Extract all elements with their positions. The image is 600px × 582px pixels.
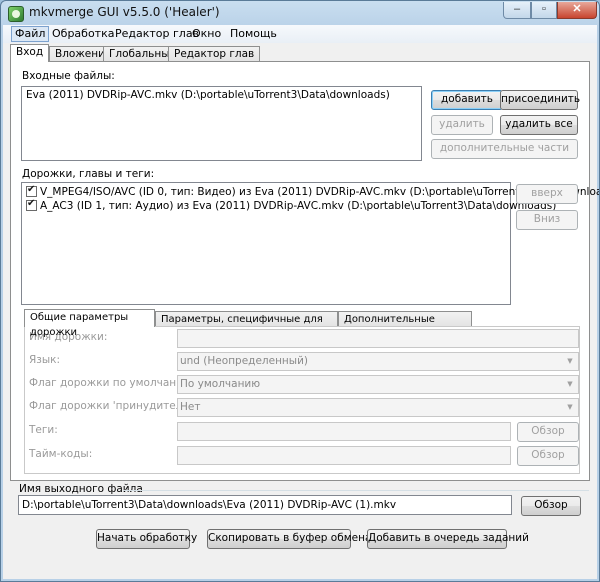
timecodes-label: Тайм-коды: <box>29 448 93 460</box>
output-file-input[interactable]: D:\portable\uTorrent3\Data\downloads\Eva… <box>18 495 512 515</box>
app-icon <box>8 6 24 22</box>
output-group-line <box>123 490 589 491</box>
forced-flag-select[interactable]: Нет ▼ <box>177 398 579 417</box>
client-area: Вход Вложения Глобальные Редактор глав В… <box>3 43 599 579</box>
output-file-label: Имя выходного файла <box>19 483 143 495</box>
tab-format-specific-options[interactable]: Параметры, специфичные для формата <box>155 311 338 340</box>
language-value: und (Неопределенный) <box>180 355 309 367</box>
default-flag-select[interactable]: По умолчанию ▼ <box>177 375 579 394</box>
menu-processing[interactable]: Обработка <box>49 27 117 41</box>
menu-bar: Файл Обработка Редактор глав Окно Помощь <box>3 25 597 43</box>
timecodes-input[interactable] <box>177 446 511 465</box>
close-button[interactable]: ✕ <box>557 2 597 19</box>
default-flag-label: Флаг дорожки по умолчанию: <box>29 377 196 389</box>
output-browse-button[interactable]: Обзор <box>521 496 581 516</box>
menu-window[interactable]: Окно <box>189 27 224 41</box>
main-window: mkvmerge GUI v5.5.0 ('Healer') ‒ ▫ ✕ Фай… <box>0 0 600 582</box>
track-name-input[interactable] <box>177 329 579 348</box>
input-file-item[interactable]: Eva (2011) DVDRip-AVC.mkv (D:\portable\u… <box>26 89 390 101</box>
tags-browse-button[interactable]: Обзор <box>517 422 579 442</box>
tab-chapter-editor[interactable]: Редактор глав <box>168 46 261 62</box>
track-options-panel: Имя дорожки: Язык: und (Неопределенный) … <box>24 326 580 474</box>
move-down-button[interactable]: Вниз <box>516 210 578 230</box>
track-item-video[interactable]: V_MPEG4/ISO/AVC (ID 0, тип: Видео) из Ev… <box>26 184 599 198</box>
chevron-down-icon: ▼ <box>567 357 573 365</box>
track-audio-checkbox[interactable] <box>26 198 37 211</box>
minimize-button[interactable]: ‒ <box>503 2 531 19</box>
additional-parts-button[interactable]: дополнительные части <box>431 139 578 159</box>
language-label: Язык: <box>29 354 61 366</box>
move-up-button[interactable]: вверх <box>516 184 578 204</box>
tags-input[interactable] <box>177 422 511 441</box>
add-to-queue-button[interactable]: Добавить в очередь заданий <box>367 529 529 549</box>
tab-general-track-options[interactable]: Общие параметры дорожки <box>24 309 155 338</box>
window-title: mkvmerge GUI v5.5.0 ('Healer') <box>29 5 220 19</box>
track-video-checkbox[interactable] <box>26 184 37 197</box>
tracks-list[interactable]: V_MPEG4/ISO/AVC (ID 0, тип: Видео) из Ev… <box>21 182 599 305</box>
chevron-down-icon: ▼ <box>567 380 573 388</box>
default-flag-value: По умолчанию <box>180 378 261 390</box>
tab-input[interactable]: Вход <box>10 44 50 62</box>
track-item-audio[interactable]: A_AC3 (ID 1, тип: Аудио) из Eva (2011) D… <box>26 198 557 212</box>
maximize-button[interactable]: ▫ <box>531 2 557 19</box>
title-bar[interactable]: mkvmerge GUI v5.5.0 ('Healer') ‒ ▫ ✕ <box>1 1 599 25</box>
remove-button[interactable]: удалить <box>431 115 493 135</box>
copy-to-clipboard-button[interactable]: Скопировать в буфер обмена <box>207 529 371 549</box>
input-tab-panel: Входные файлы: Eva (2011) DVDRip-AVC.mkv… <box>10 61 599 481</box>
tags-label: Теги: <box>29 424 58 436</box>
append-button[interactable]: присоединить <box>500 90 580 110</box>
language-select[interactable]: und (Неопределенный) ▼ <box>177 352 579 371</box>
tracks-label: Дорожки, главы и теги: <box>22 168 155 180</box>
input-files-label: Входные файлы: <box>22 70 115 82</box>
menu-help[interactable]: Помощь <box>227 27 280 41</box>
chevron-down-icon: ▼ <box>567 403 573 411</box>
forced-flag-value: Нет <box>180 401 201 413</box>
timecodes-browse-button[interactable]: Обзор <box>517 446 579 466</box>
input-files-list[interactable]: Eva (2011) DVDRip-AVC.mkv (D:\portable\u… <box>21 86 422 161</box>
remove-all-button[interactable]: удалить все <box>500 115 578 135</box>
tab-extra-options[interactable]: Дополнительные параметры <box>338 311 472 340</box>
track-audio-label: A_AC3 (ID 1, тип: Аудио) из Eva (2011) D… <box>40 200 557 212</box>
add-button[interactable]: добавить <box>431 90 503 110</box>
start-muxing-button[interactable]: Начать обработку <box>96 529 197 549</box>
menu-file[interactable]: Файл <box>11 26 50 42</box>
